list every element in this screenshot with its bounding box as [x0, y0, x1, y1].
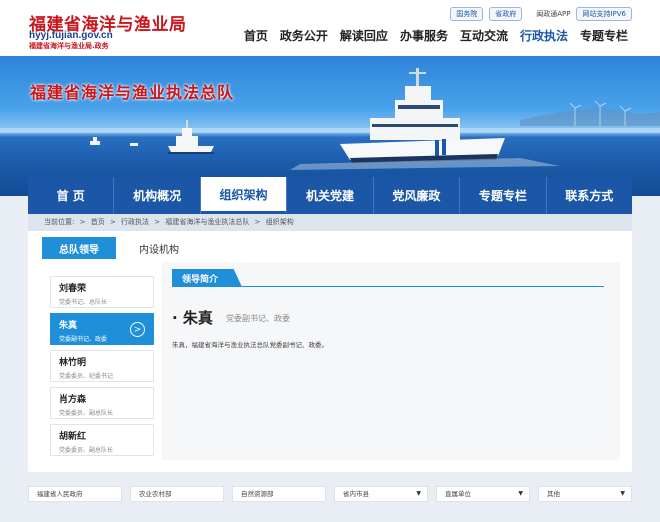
content-card: 当前位置: > 首页 > 行政执法 > 福建省海洋与渔业执法总队 > 组织架构 … [28, 214, 632, 472]
section-tab-contact[interactable]: 联系方式 [547, 177, 632, 214]
footer-links: 福建省人民政府 农业农村部 自然资源部 省内市县 ▼ 直属单位 ▼ 其他 ▼ [0, 478, 660, 522]
nav-gov-open[interactable]: 政务公开 [274, 27, 334, 44]
breadcrumb-current[interactable]: 组织架构 [266, 218, 294, 226]
nav-services[interactable]: 办事服务 [394, 27, 454, 44]
chevron-right-icon: > [130, 322, 145, 337]
nav-interpretation[interactable]: 解读回应 [334, 27, 394, 44]
leader-title: 党委委员、副总队长 [59, 410, 114, 417]
footer-link-agriculture[interactable]: 农业农村部 [130, 486, 224, 502]
section-tab-topics[interactable]: 专题专栏 [460, 177, 547, 214]
caret-down-icon: ▼ [416, 490, 421, 497]
site-logo-subtitle: 福建省海洋与渔业局.政务 [29, 42, 109, 50]
section-tab-overview[interactable]: 机构概况 [114, 177, 201, 214]
tab-departments[interactable]: 内设机构 [122, 237, 196, 259]
section-tab-party-building[interactable]: 机关党建 [287, 177, 374, 214]
banner-title: 福建省海洋与渔业执法总队 [30, 83, 235, 102]
leader-title: 党委委员、副总队长 [59, 447, 114, 454]
leader-list: 刘春荣 党委书记、总队长 朱真 党委副书记、政委 > 林竹明 党委委员、纪委书记… [50, 276, 154, 461]
leader-name: 肖方森 [59, 395, 87, 405]
breadcrumb-corps[interactable]: 福建省海洋与渔业执法总队 [165, 218, 249, 226]
detail-heading: 领导简介 [172, 269, 242, 287]
leader-item[interactable]: 林竹明 党委委员、纪委书记 [50, 350, 154, 382]
footer-select-other[interactable]: 其他 ▼ [538, 486, 632, 502]
main-navigation: 首页 政务公开 解读回应 办事服务 互动交流 行政执法 专题专栏 [238, 27, 634, 44]
footer-select-cities[interactable]: 省内市县 ▼ [334, 486, 428, 502]
link-state-council[interactable]: 国务院 [450, 7, 484, 21]
footer-link-natural-resources[interactable]: 自然资源部 [232, 486, 326, 502]
nav-law-enforcement[interactable]: 行政执法 [514, 27, 574, 44]
section-tab-organization[interactable]: 组织架构 [200, 177, 288, 214]
leader-name: 林竹明 [59, 358, 87, 368]
leader-name: 刘春荣 [59, 284, 87, 294]
leader-title: 党委书记、总队长 [59, 299, 108, 306]
detail-name: · 朱真 [172, 309, 213, 327]
section-tab-home[interactable]: 首 页 [28, 177, 115, 214]
tab-leaders[interactable]: 总队领导 [42, 237, 116, 259]
leader-detail-panel: 领导简介 · 朱真 党委副书记、政委 朱真，福建省海洋与渔业执法总队党委副书记、… [162, 262, 620, 460]
banner-ships-illustration [0, 68, 660, 170]
section-navigation: 首 页 机构概况 组织架构 机关党建 党风廉政 专题专栏 联系方式 [28, 177, 632, 214]
detail-heading-rule [242, 286, 604, 287]
nav-home[interactable]: 首页 [238, 27, 274, 44]
link-provincial-gov[interactable]: 省政府 [489, 7, 523, 21]
footer-link-provincial-gov[interactable]: 福建省人民政府 [28, 486, 122, 502]
link-app[interactable]: 闽政通APP [536, 9, 570, 19]
breadcrumb-home[interactable]: 首页 [91, 218, 105, 226]
breadcrumb: 当前位置: > 首页 > 行政执法 > 福建省海洋与渔业执法总队 > 组织架构 [28, 214, 632, 231]
site-logo-url: hyyj.fujian.gov.cn [29, 30, 113, 41]
detail-position: 党委副书记、政委 [226, 314, 290, 323]
leader-item-selected[interactable]: 朱真 党委副书记、政委 > [50, 313, 154, 345]
leader-name: 胡新红 [59, 432, 87, 442]
footer-select-units[interactable]: 直属单位 ▼ [436, 486, 530, 502]
section-tab-integrity[interactable]: 党风廉政 [374, 177, 461, 214]
nav-special-topics[interactable]: 专题专栏 [574, 27, 634, 44]
leader-title: 党委委员、纪委书记 [59, 373, 114, 380]
leader-item[interactable]: 胡新红 党委委员、副总队长 [50, 424, 154, 456]
leader-item[interactable]: 肖方森 党委委员、副总队长 [50, 387, 154, 419]
nav-interaction[interactable]: 互动交流 [454, 27, 514, 44]
banner: 福建省海洋与渔业执法总队 [0, 56, 660, 196]
ipv6-badge: 网站支持IPV6 [576, 7, 632, 21]
site-header: 福建省海洋与渔业局 hyyj.fujian.gov.cn 福建省海洋与渔业局.政… [0, 0, 660, 56]
leader-item[interactable]: 刘春荣 党委书记、总队长 [50, 276, 154, 308]
top-utility-links: 国务院 省政府 闽政通APP 网站支持IPV6 [450, 7, 632, 21]
breadcrumb-law-enforcement[interactable]: 行政执法 [121, 218, 149, 226]
breadcrumb-label: 当前位置: [44, 218, 75, 226]
detail-description: 朱真，福建省海洋与渔业执法总队党委副书记、政委。 [172, 341, 328, 349]
caret-down-icon: ▼ [620, 490, 625, 497]
sub-tabs: 总队领导 内设机构 [42, 237, 196, 259]
caret-down-icon: ▼ [518, 490, 523, 497]
